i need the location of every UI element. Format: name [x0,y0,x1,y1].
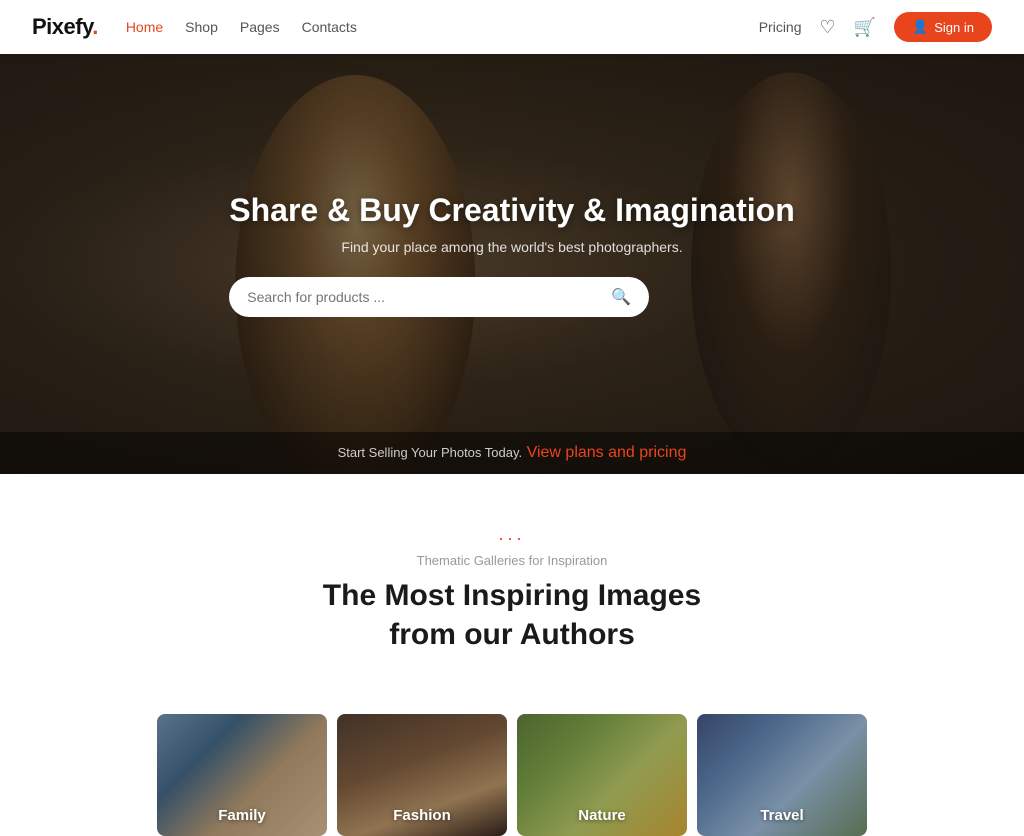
gallery-item-nature[interactable]: Nature [517,714,687,836]
heart-icon[interactable]: ♡ [820,17,836,38]
inspiration-section: ... Thematic Galleries for Inspiration T… [0,474,1024,714]
gallery-item-travel[interactable]: Travel [697,714,867,836]
nav-contacts[interactable]: Contacts [302,19,357,35]
section-title: The Most Inspiring Images from our Autho… [32,576,992,654]
hero-footer-text: Start Selling Your Photos Today. [338,445,523,460]
nav-pricing[interactable]: Pricing [759,19,802,35]
section-dots: ... [32,524,992,545]
navbar-right: Pricing ♡ 🛒 👤 Sign in [759,12,992,42]
gallery-item-fashion[interactable]: Fashion [337,714,507,836]
search-input[interactable] [247,289,601,305]
gallery-nature-label: Nature [517,807,687,824]
nav-shop[interactable]: Shop [185,19,218,35]
gallery-fashion-label: Fashion [337,807,507,824]
logo[interactable]: Pixefy. [32,14,98,40]
navbar: Pixefy. Home Shop Pages Contacts Pricing… [0,0,1024,54]
hero-footer: Start Selling Your Photos Today. View pl… [0,432,1024,474]
hero-section: Share & Buy Creativity & Imagination Fin… [0,54,1024,474]
hero-title: Share & Buy Creativity & Imagination [229,192,794,229]
user-icon: 👤 [912,19,928,35]
hero-search-bar: 🔍 [229,277,649,317]
view-plans-link[interactable]: View plans and pricing [527,444,687,461]
cart-icon[interactable]: 🛒 [854,17,876,38]
hero-content: Share & Buy Creativity & Imagination Fin… [209,192,814,317]
gallery-travel-label: Travel [697,807,867,824]
hero-subtitle: Find your place among the world's best p… [229,239,794,255]
signin-label: Sign in [934,20,974,35]
section-title-line1: The Most Inspiring Images [323,579,701,612]
nav-links: Home Shop Pages Contacts [126,19,357,35]
section-title-line2: from our Authors [389,618,635,651]
gallery-item-family[interactable]: Family [157,714,327,836]
search-icon[interactable]: 🔍 [611,287,631,307]
signin-button[interactable]: 👤 Sign in [894,12,992,42]
gallery-grid: Family Fashion Nature Travel [0,714,1024,836]
nav-home[interactable]: Home [126,19,163,35]
section-subtitle: Thematic Galleries for Inspiration [32,553,992,568]
logo-dot: . [92,14,98,39]
logo-text: Pixefy [32,14,92,39]
gallery-family-label: Family [157,807,327,824]
nav-pages[interactable]: Pages [240,19,280,35]
navbar-left: Pixefy. Home Shop Pages Contacts [32,14,357,40]
